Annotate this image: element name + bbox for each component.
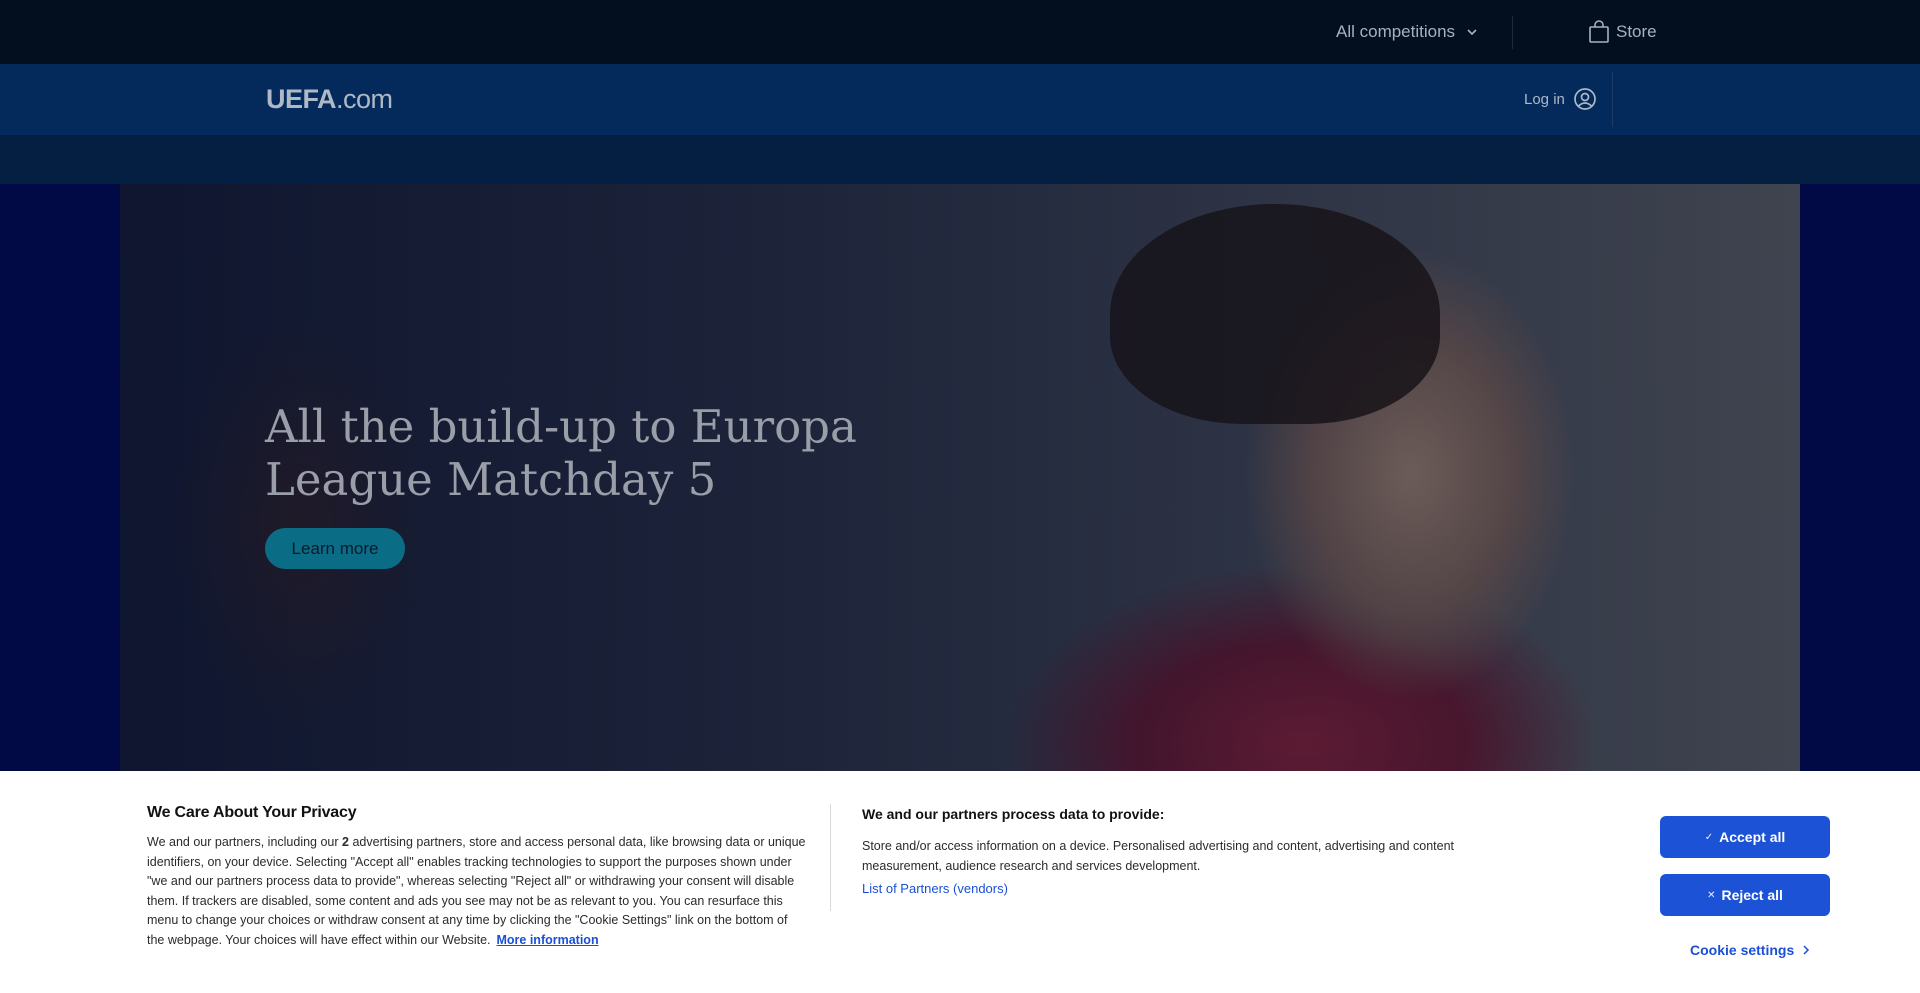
cookie-settings-link[interactable]: Cookie settings: [1690, 942, 1810, 958]
accept-all-label: Accept all: [1719, 829, 1786, 845]
cookie-banner: We Care About Your Privacy We and our pa…: [0, 771, 1920, 993]
login-button[interactable]: Log in: [1524, 86, 1597, 112]
cookie-title: We Care About Your Privacy: [147, 804, 357, 821]
uefa-logo[interactable]: UEFA.com: [266, 84, 393, 115]
logo-suffix: .com: [336, 84, 393, 114]
sub-nav: [0, 135, 1920, 184]
nav-divider: [1612, 72, 1613, 127]
cookie-body-post: advertising partners, store and access p…: [147, 835, 806, 947]
top-bar: All competitions Store: [0, 0, 1920, 64]
purposes-description: Store and/or access information on a dev…: [862, 839, 1455, 873]
store-label: Store: [1616, 22, 1657, 41]
topbar-divider: [1512, 16, 1513, 49]
all-competitions-dropdown[interactable]: All competitions: [1336, 20, 1479, 44]
purposes-title: We and our partners process data to prov…: [862, 806, 1165, 822]
cookie-divider: [830, 804, 831, 911]
more-information-link[interactable]: More information: [497, 933, 599, 947]
hero-section: All the build-up to Europa League Matchd…: [0, 184, 1920, 771]
reject-all-label: Reject all: [1721, 887, 1783, 903]
cookie-description: We and our partners, including our 2 adv…: [147, 833, 807, 951]
login-label: Log in: [1524, 90, 1565, 108]
hero-title: All the build-up to Europa League Matchd…: [265, 400, 857, 506]
accept-all-button[interactable]: ✓ Accept all: [1660, 816, 1830, 858]
shopping-bag-icon: [1589, 20, 1609, 43]
user-circle-icon: [1574, 88, 1596, 110]
cookie-body-pre: We and our partners, including our: [147, 835, 343, 849]
close-icon: ✕: [1707, 889, 1716, 901]
check-icon: ✓: [1704, 831, 1714, 843]
chevron-right-icon: [1803, 945, 1810, 955]
partner-count: 2: [342, 835, 349, 849]
all-competitions-label: All competitions: [1336, 22, 1456, 41]
logo-main: UEFA: [266, 84, 337, 114]
cookie-settings-label: Cookie settings: [1690, 942, 1795, 958]
main-nav: UEFA.com Log in: [0, 64, 1920, 135]
chevron-down-icon: [1467, 29, 1477, 36]
partners-list-link[interactable]: List of Partners (vendors): [862, 881, 1008, 896]
store-link[interactable]: Store: [1588, 18, 1657, 46]
reject-all-button[interactable]: ✕ Reject all: [1660, 874, 1830, 916]
learn-more-button[interactable]: Learn more: [265, 528, 405, 569]
